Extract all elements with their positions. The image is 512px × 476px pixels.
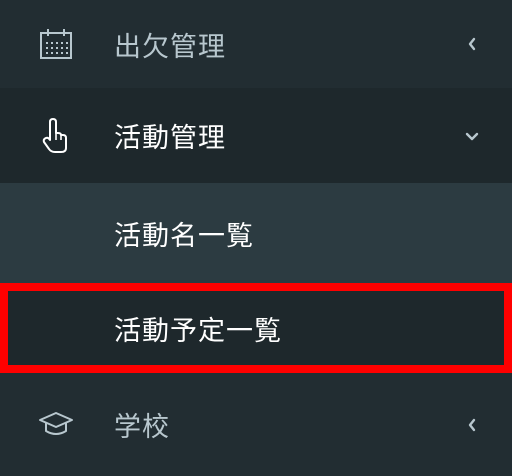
chevron-down-icon (464, 128, 480, 144)
submenu-item-activity-list[interactable]: 活動名一覧 (0, 183, 512, 283)
sidebar-item-label: 活動管理 (114, 123, 226, 154)
graduation-cap-icon (38, 407, 74, 443)
sidebar-item-label: 出欠管理 (114, 31, 226, 63)
chevron-left-icon (464, 417, 480, 433)
chevron-left-icon (464, 36, 480, 52)
sidebar-item-label: 学校 (114, 412, 170, 443)
calendar-icon (38, 26, 74, 62)
sidebar-item-school[interactable]: 学校 (0, 373, 512, 476)
submenu-item-activity-schedule-list[interactable]: 活動予定一覧 (0, 283, 512, 373)
hand-pointer-icon (38, 117, 74, 154)
sidebar-item-activity[interactable]: 活動管理 (0, 88, 512, 183)
submenu-item-label: 活動名一覧 (114, 220, 254, 252)
sidebar-item-attendance[interactable]: 出欠管理 (0, 0, 512, 88)
sidebar-menu: 出欠管理 活動管理 活動名一覧 活動予定一覧 学校 (0, 0, 512, 476)
submenu-item-label: 活動予定一覧 (114, 315, 282, 347)
